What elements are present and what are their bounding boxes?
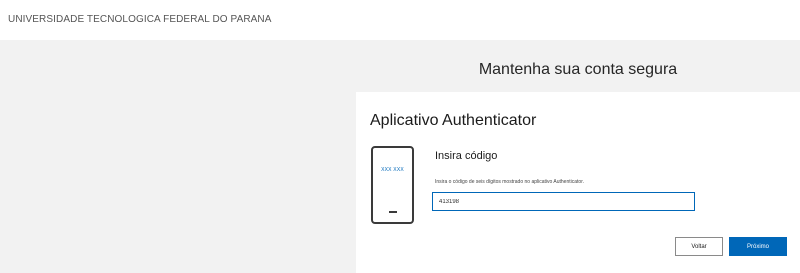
authenticator-card: Aplicativo Authenticator XXX XXX Insira …	[356, 92, 800, 273]
code-description: Insira o código de seis dígitos mostrado…	[435, 179, 584, 185]
top-bar: UNIVERSIDADE TECNOLOGICA FEDERAL DO PARA…	[0, 0, 800, 40]
card-title: Aplicativo Authenticator	[370, 112, 537, 129]
code-input[interactable]	[432, 192, 695, 211]
page-title: Mantenha sua conta segura	[478, 61, 678, 78]
organization-name: UNIVERSIDADE TECNOLOGICA FEDERAL DO PARA…	[8, 14, 272, 25]
phone-home-button	[389, 211, 397, 213]
next-button[interactable]: Próximo	[729, 237, 787, 256]
code-heading: Insira código	[435, 150, 498, 162]
phone-code-placeholder: XXX XXX	[381, 167, 404, 173]
back-button[interactable]: Voltar	[675, 237, 723, 256]
phone-icon: XXX XXX	[371, 146, 414, 224]
